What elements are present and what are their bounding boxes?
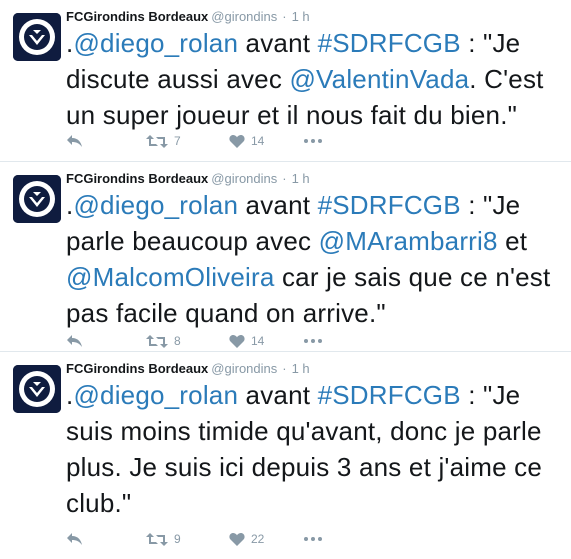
heart-icon [229, 134, 245, 148]
reply-icon [67, 533, 82, 545]
tweet-text: .@diego_rolan avant #SDRFCGB : "Je parle… [66, 187, 561, 331]
mention-link[interactable]: @diego_rolan [73, 28, 238, 58]
tweet-header: FCGirondins Bordeaux @girondins · 1 h [66, 171, 310, 186]
retweet-count: 7 [174, 134, 181, 148]
retweet-icon [146, 334, 168, 348]
tweet-timestamp[interactable]: 1 h [292, 9, 310, 24]
mention-link[interactable]: @MalcomOliveira [66, 262, 275, 292]
author-name[interactable]: FCGirondins Bordeaux [66, 361, 208, 376]
more-button[interactable] [304, 529, 322, 549]
author-name[interactable]: FCGirondins Bordeaux [66, 9, 208, 24]
mention-link[interactable]: @ValentinVada [289, 64, 469, 94]
more-dots-icon [304, 339, 322, 343]
more-button[interactable] [304, 131, 322, 151]
tweet-feed: FCGirondins Bordeaux @girondins · 1 h .@die… [0, 0, 571, 559]
header-separator: · [282, 361, 287, 376]
reply-button[interactable] [66, 529, 83, 549]
text-segment: et [497, 226, 528, 256]
avatar[interactable] [13, 175, 61, 223]
tweet: FCGirondins Bordeaux @girondins · 1 h .@die… [0, 162, 571, 351]
hashtag-link[interactable]: #SDRFCGB [318, 28, 461, 58]
tweet-timestamp[interactable]: 1 h [292, 171, 310, 186]
avatar[interactable] [13, 13, 61, 61]
tweet-text: .@diego_rolan avant #SDRFCGB : "Je discu… [66, 25, 561, 133]
like-button[interactable]: 14 [229, 131, 264, 151]
header-separator: · [282, 171, 287, 186]
heart-icon [229, 532, 245, 546]
tweet-text: .@diego_rolan avant #SDRFCGB : "Je suis … [66, 377, 561, 521]
retweet-count: 8 [174, 334, 181, 348]
tweet-actions: 9 22 [66, 529, 366, 549]
tweet-header: FCGirondins Bordeaux @girondins · 1 h [66, 9, 310, 24]
retweet-button[interactable]: 7 [146, 131, 181, 151]
hashtag-link[interactable]: #SDRFCGB [318, 190, 461, 220]
author-handle[interactable]: @girondins [211, 9, 277, 24]
retweet-count: 9 [174, 532, 181, 546]
like-count: 22 [251, 532, 265, 546]
tweet: FCGirondins Bordeaux @girondins · 1 h .@die… [0, 352, 571, 559]
tweet-actions: 7 14 [66, 131, 366, 151]
like-button[interactable]: 22 [229, 529, 264, 549]
text-segment: avant [238, 28, 318, 58]
reply-icon [67, 335, 82, 347]
retweet-button[interactable]: 9 [146, 529, 181, 549]
hashtag-link[interactable]: #SDRFCGB [318, 380, 461, 410]
girondins-crest-icon [13, 365, 61, 413]
tweet-timestamp[interactable]: 1 h [292, 361, 310, 376]
more-dots-icon [304, 139, 322, 143]
mention-link[interactable]: @diego_rolan [73, 190, 238, 220]
author-handle[interactable]: @girondins [211, 361, 277, 376]
heart-icon [229, 334, 245, 348]
avatar[interactable] [13, 365, 61, 413]
more-button[interactable] [304, 331, 322, 351]
more-dots-icon [304, 537, 322, 541]
text-segment: avant [238, 190, 318, 220]
like-count: 14 [251, 334, 265, 348]
reply-icon [67, 135, 82, 147]
tweet-header: FCGirondins Bordeaux @girondins · 1 h [66, 361, 310, 376]
mention-link[interactable]: @diego_rolan [73, 380, 238, 410]
tweet: FCGirondins Bordeaux @girondins · 1 h .@die… [0, 0, 571, 161]
like-count: 14 [251, 134, 265, 148]
header-separator: · [282, 9, 287, 24]
girondins-crest-icon [13, 13, 61, 61]
author-name[interactable]: FCGirondins Bordeaux [66, 171, 208, 186]
tweet-actions: 8 14 [66, 331, 366, 351]
girondins-crest-icon [13, 175, 61, 223]
retweet-icon [146, 134, 168, 148]
author-handle[interactable]: @girondins [211, 171, 277, 186]
text-segment: avant [238, 380, 318, 410]
reply-button[interactable] [66, 331, 83, 351]
mention-link[interactable]: @MArambarri8 [319, 226, 498, 256]
like-button[interactable]: 14 [229, 331, 264, 351]
retweet-button[interactable]: 8 [146, 331, 181, 351]
reply-button[interactable] [66, 131, 83, 151]
retweet-icon [146, 532, 168, 546]
